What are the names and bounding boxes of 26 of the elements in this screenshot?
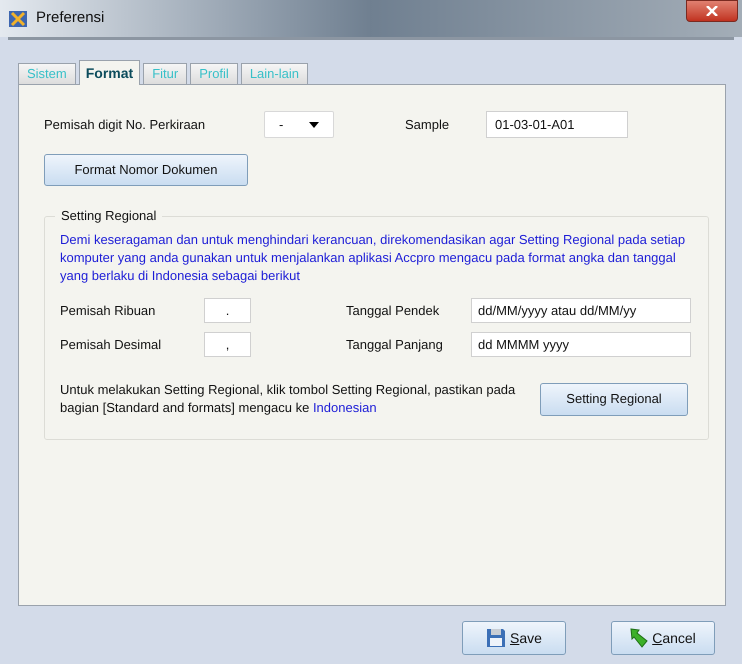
- field-label: Tanggal Pendek: [346, 302, 440, 320]
- field-label: Sample: [405, 116, 450, 134]
- field-label: Pemisah Desimal: [60, 336, 162, 354]
- group-title: Setting Regional: [55, 208, 162, 224]
- separator-field[interactable]: ,: [204, 332, 251, 357]
- dropdown-arrow-icon: [309, 122, 319, 128]
- regional-info-text: Demi keseragaman dan untuk menghindari kerancuan, direkomendasikan agar Setting Regional pada setiap komputer yang anda gunakan untuk menjalankan aplikasi Accpro mengacu pada format angka dan tanggal yang berlaku di Indonesia sebagai berikut: [60, 231, 686, 285]
- separator-dropdown[interactable]: -: [264, 111, 334, 138]
- window-title: Preferensi: [36, 8, 104, 28]
- separator-field[interactable]: .: [204, 298, 251, 323]
- field-label: Pemisah Ribuan: [60, 302, 156, 320]
- field-label: Pemisah digit No. Perkiraan: [44, 116, 206, 134]
- sample-field[interactable]: 01-03-01-A01: [486, 111, 628, 138]
- close-button[interactable]: [686, 0, 738, 22]
- field-label: Tanggal Panjang: [346, 336, 444, 354]
- setting-regional-button[interactable]: Setting Regional: [540, 382, 688, 416]
- back-arrow-icon: [630, 628, 648, 648]
- save-button[interactable]: Save: [462, 621, 566, 655]
- app-icon: [8, 8, 28, 28]
- cancel-button[interactable]: Cancel: [611, 621, 715, 655]
- date-format-field[interactable]: dd MMMM yyyy: [471, 332, 691, 357]
- date-format-field[interactable]: dd/MM/yyyy atau dd/MM/yy: [471, 298, 691, 323]
- regional-note-text: Untuk melakukan Setting Regional, klik tombol Setting Regional, pastikan pada bagian [Standard and formats] mengacu ke Indonesian: [60, 381, 516, 417]
- close-icon: [706, 6, 718, 16]
- format-document-number-button[interactable]: Format Nomor Dokumen: [44, 154, 248, 186]
- tab[interactable]: Format: [78, 60, 140, 85]
